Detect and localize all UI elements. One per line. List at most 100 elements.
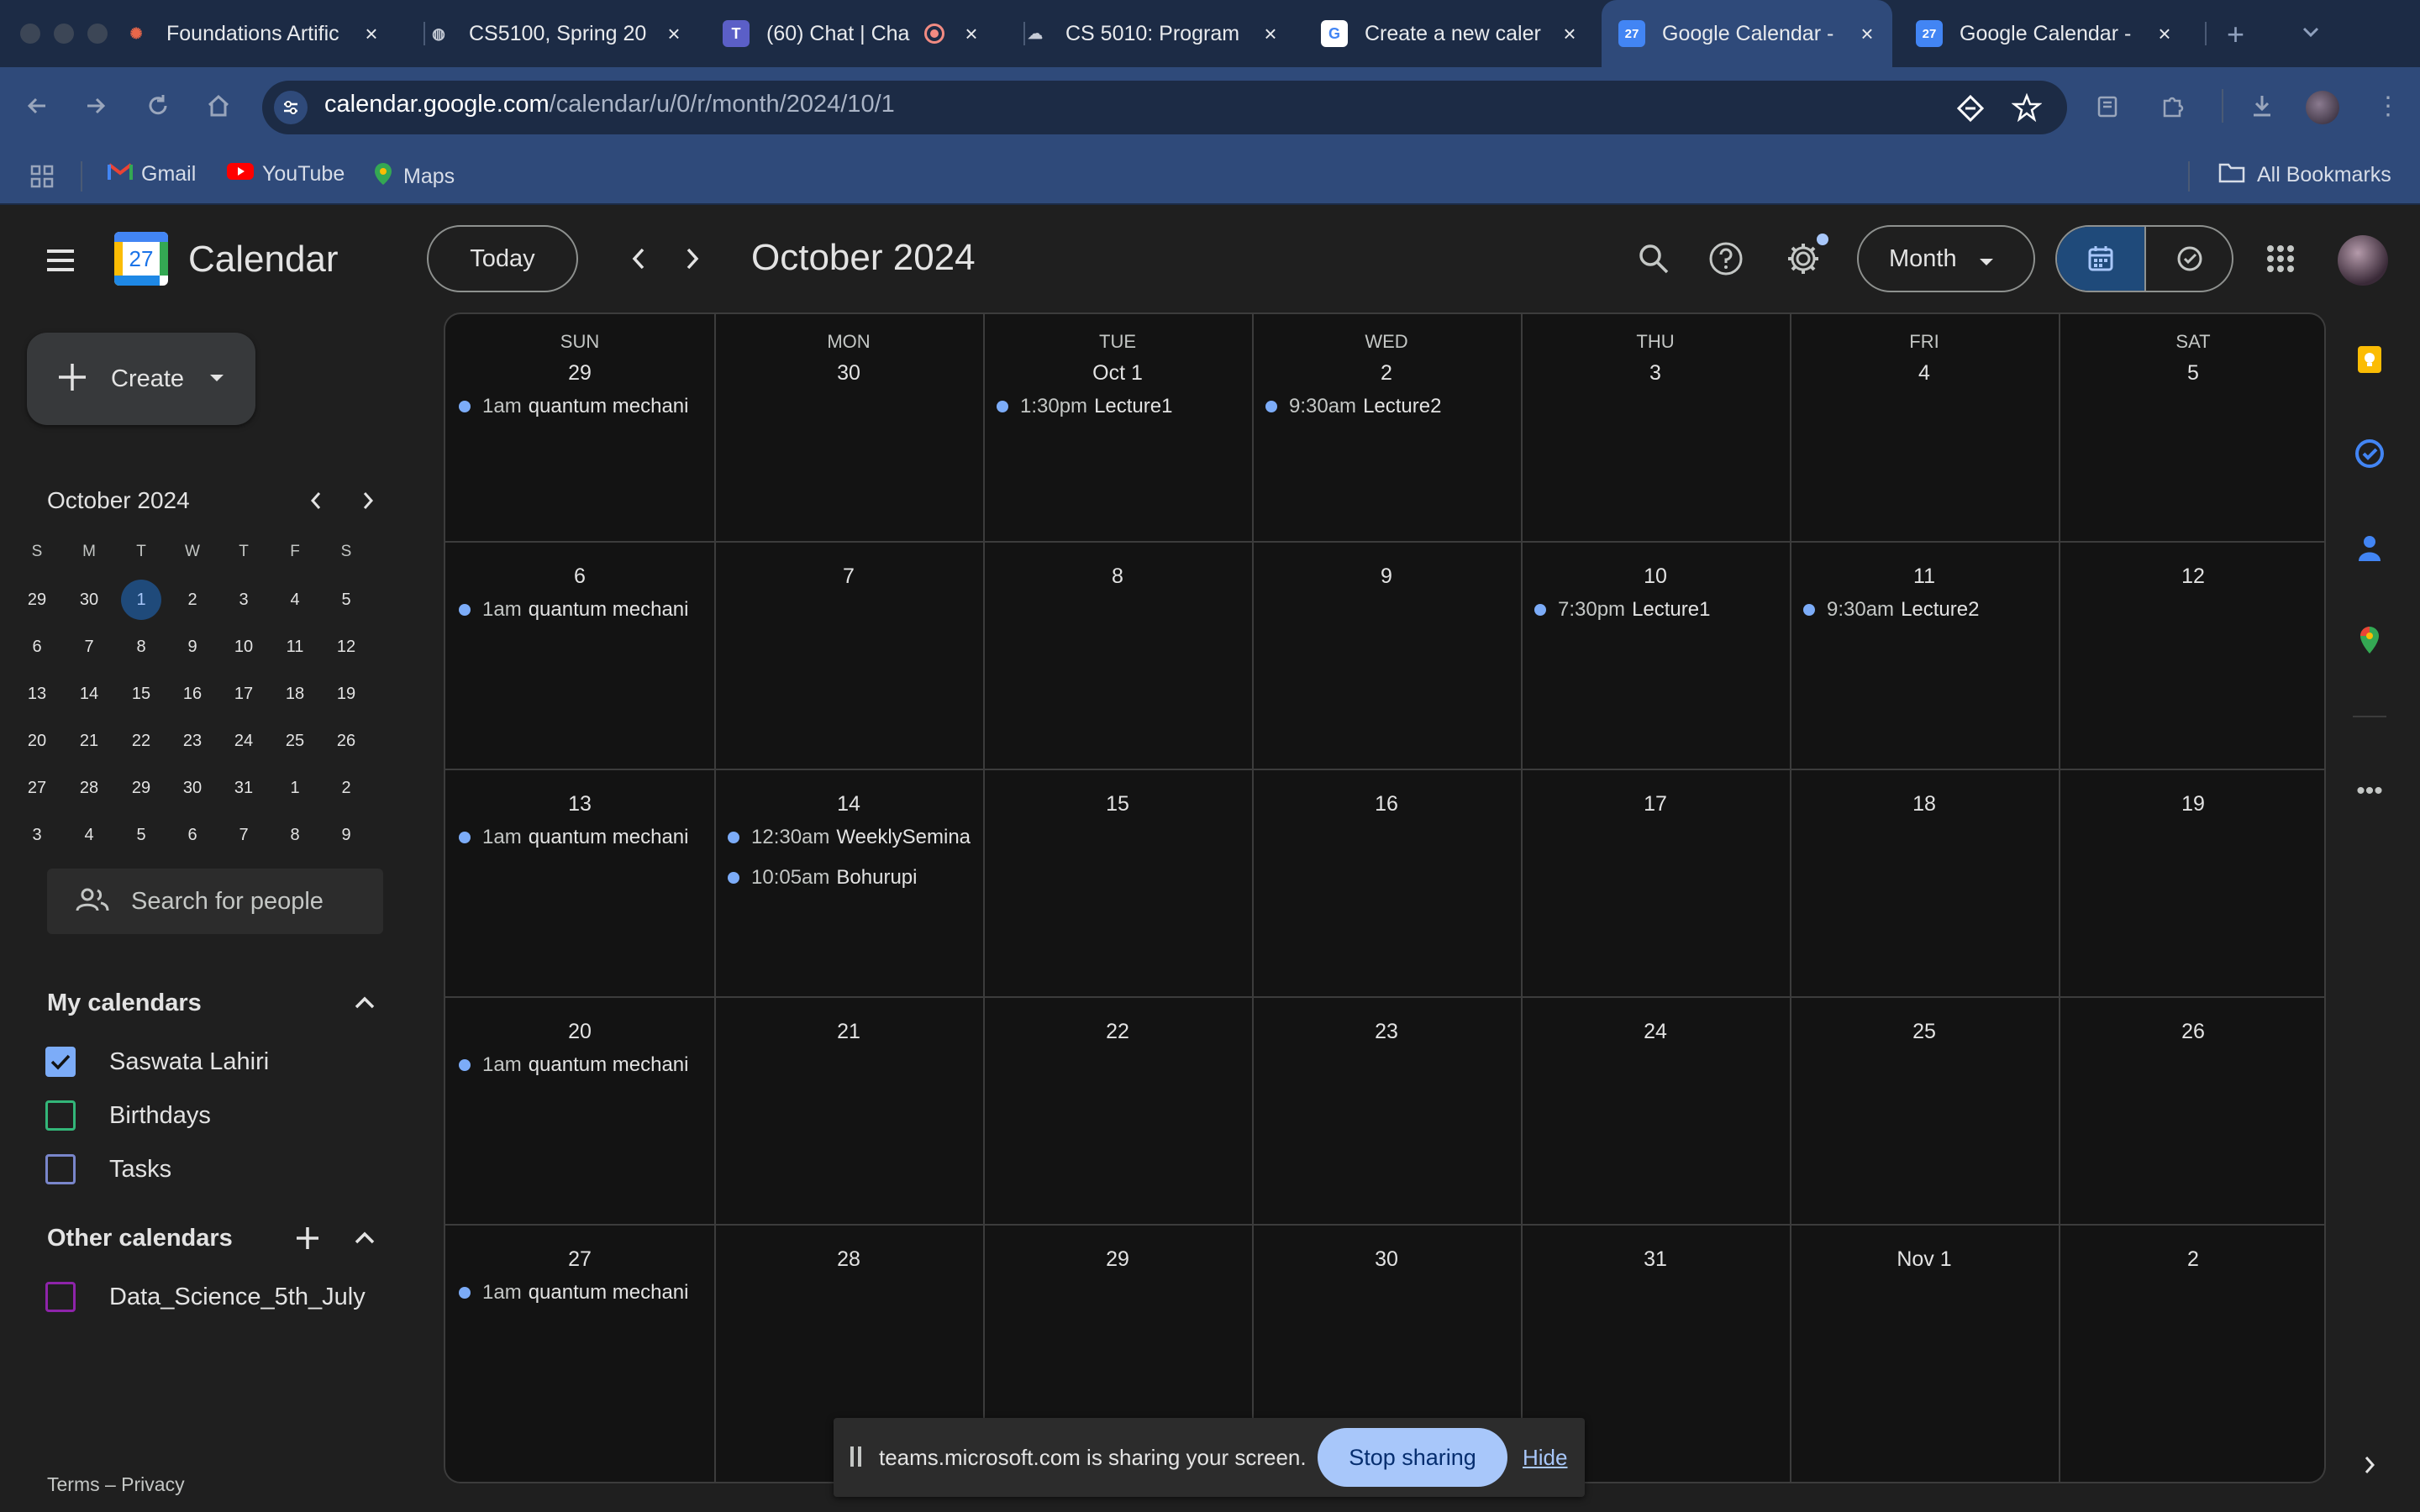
collapse-chevron-icon[interactable] (348, 986, 381, 1020)
day-number[interactable]: 9 (1252, 564, 1521, 589)
more-icon[interactable]: ••• (2349, 771, 2390, 811)
google-apps-icon[interactable] (2260, 239, 2301, 279)
home-icon[interactable] (198, 86, 239, 126)
browser-tab[interactable]: 27 Google Calendar - × (1602, 0, 1892, 67)
event-chip[interactable]: 1am quantum mechani (459, 1050, 706, 1080)
day-number[interactable]: 14 (714, 792, 983, 816)
mini-day[interactable]: 8 (120, 630, 162, 664)
mini-day[interactable]: 29 (120, 771, 162, 805)
day-cell[interactable] (1790, 314, 2059, 541)
mini-day[interactable]: 20 (16, 724, 58, 758)
mini-day[interactable]: 1 (274, 771, 316, 805)
mini-day[interactable]: 11 (274, 630, 316, 664)
mini-day[interactable]: 26 (325, 724, 367, 758)
mini-day[interactable]: 29 (16, 583, 58, 617)
mini-day[interactable]: 22 (120, 724, 162, 758)
mini-day[interactable]: 9 (171, 630, 213, 664)
mini-day[interactable]: 8 (274, 818, 316, 852)
day-number[interactable]: 30 (714, 361, 983, 386)
keep-icon[interactable] (2349, 339, 2390, 380)
window-zoom-button[interactable] (87, 24, 108, 44)
account-avatar[interactable] (2338, 235, 2388, 286)
day-number[interactable]: 19 (2059, 792, 2324, 816)
mini-day[interactable]: 31 (223, 771, 265, 805)
event-chip[interactable]: 9:30am Lecture2 (1265, 391, 1512, 422)
day-number[interactable]: 16 (1252, 792, 1521, 816)
mini-day[interactable]: 6 (171, 818, 213, 852)
mini-day[interactable]: 5 (325, 583, 367, 617)
day-number[interactable]: 31 (1521, 1247, 1790, 1272)
back-icon[interactable] (17, 86, 57, 126)
day-number[interactable]: 8 (983, 564, 1252, 589)
event-chip[interactable]: 1:30pm Lecture1 (997, 391, 1244, 422)
browser-tab[interactable]: ✺ Foundations Artific × (106, 0, 397, 67)
day-number[interactable]: 26 (2059, 1020, 2324, 1044)
mini-day[interactable]: 5 (120, 818, 162, 852)
forward-icon[interactable] (76, 86, 116, 126)
checkbox[interactable] (45, 1282, 76, 1312)
mini-day[interactable]: 16 (171, 677, 213, 711)
browser-tab[interactable]: T (60) Chat | Cha × (706, 0, 997, 67)
mini-day[interactable]: 25 (274, 724, 316, 758)
day-number[interactable]: 12 (2059, 564, 2324, 589)
day-number[interactable]: Nov 1 (1790, 1247, 2059, 1272)
tasks-view-icon[interactable] (2144, 227, 2232, 291)
mini-day[interactable]: 7 (223, 818, 265, 852)
mini-day[interactable]: 2 (171, 583, 213, 617)
event-chip[interactable]: 10:05am Bohurupi (728, 863, 975, 893)
day-number[interactable]: 2 (2059, 1247, 2324, 1272)
day-cell[interactable] (2059, 314, 2324, 541)
mini-day[interactable]: 9 (325, 818, 367, 852)
checkbox[interactable] (45, 1100, 76, 1131)
add-calendar-icon[interactable] (291, 1221, 324, 1255)
day-cell[interactable] (1521, 314, 1790, 541)
event-chip[interactable]: 1am quantum mechani (459, 822, 706, 853)
profile-avatar[interactable] (2306, 91, 2339, 124)
checkbox[interactable] (45, 1154, 76, 1184)
tab-close-icon[interactable]: × (2153, 21, 2176, 46)
mini-day[interactable]: 27 (16, 771, 58, 805)
mini-day[interactable]: 21 (68, 724, 110, 758)
day-number[interactable]: 18 (1790, 792, 2059, 816)
day-number[interactable]: 5 (2059, 361, 2324, 386)
window-minimize-button[interactable] (54, 24, 74, 44)
stop-sharing-button[interactable]: Stop sharing (1318, 1428, 1507, 1487)
day-cell[interactable] (1252, 314, 1521, 541)
day-number[interactable]: 25 (1790, 1020, 2059, 1044)
event-chip[interactable]: 9:30am Lecture2 (1803, 595, 2050, 625)
day-number[interactable]: 21 (714, 1020, 983, 1044)
day-number[interactable]: 13 (445, 792, 714, 816)
site-info-icon[interactable] (274, 91, 308, 124)
day-number[interactable]: 3 (1521, 361, 1790, 386)
mini-next-icon[interactable] (351, 484, 385, 517)
mini-day[interactable]: 12 (325, 630, 367, 664)
reload-icon[interactable] (138, 86, 178, 126)
expand-side-panel-icon[interactable] (2349, 1445, 2390, 1485)
my-calendars-heading[interactable]: My calendars (47, 990, 202, 1017)
event-chip[interactable]: 12:30am WeeklySemina (728, 822, 975, 853)
mini-day[interactable]: 2 (325, 771, 367, 805)
collapse-chevron-icon[interactable] (348, 1221, 381, 1255)
calendar-view-icon[interactable] (2057, 227, 2144, 291)
day-number[interactable]: Oct 1 (983, 361, 1252, 386)
day-number[interactable]: 10 (1521, 564, 1790, 589)
day-number[interactable]: 23 (1252, 1020, 1521, 1044)
search-icon[interactable] (1634, 239, 1674, 279)
mini-day[interactable]: 24 (223, 724, 265, 758)
browser-tab[interactable]: ☁ CS 5010: Program × (1005, 0, 1296, 67)
browser-tab[interactable]: G Create a new caler × (1304, 0, 1595, 67)
day-number[interactable]: 2 (1252, 361, 1521, 386)
tab-close-icon[interactable]: × (1855, 21, 1879, 46)
tab-search-chevron-icon[interactable] (2299, 15, 2323, 49)
bookmark-star-icon[interactable] (2011, 92, 2043, 127)
mini-day[interactable]: 3 (16, 818, 58, 852)
window-close-button[interactable] (20, 24, 40, 44)
day-number[interactable]: 29 (983, 1247, 1252, 1272)
all-bookmarks-button[interactable]: All Bookmarks (2218, 161, 2391, 189)
tab-close-icon[interactable]: × (960, 21, 983, 46)
day-number[interactable]: 15 (983, 792, 1252, 816)
hide-share-bar-link[interactable]: Hide (1523, 1445, 1567, 1471)
mini-day[interactable]: 14 (68, 677, 110, 711)
day-number[interactable]: 6 (445, 564, 714, 589)
day-number[interactable]: 27 (445, 1247, 714, 1272)
